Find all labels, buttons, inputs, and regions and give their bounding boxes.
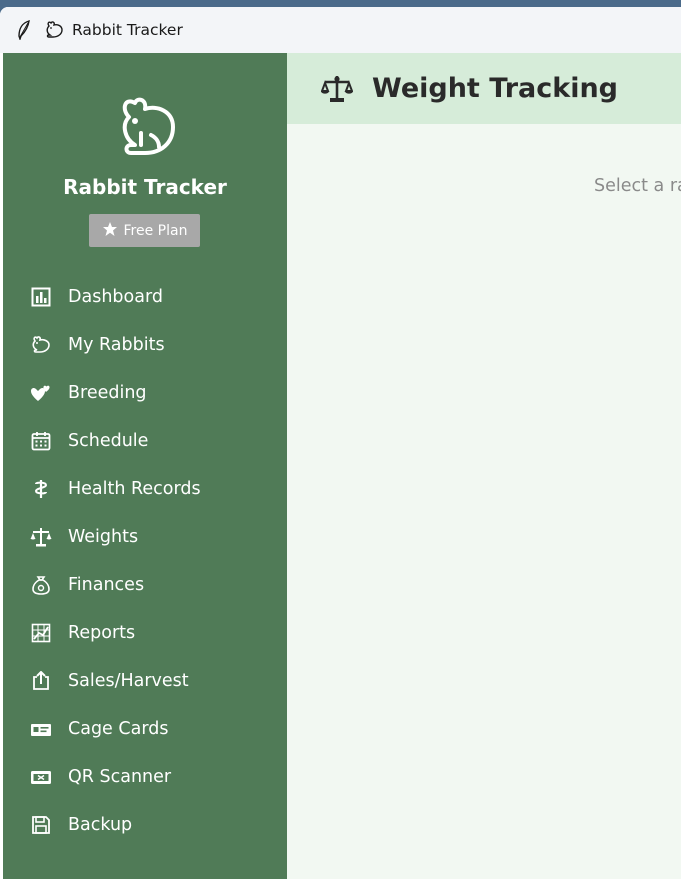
brand-name: Rabbit Tracker (63, 175, 227, 199)
rabbit-logo-icon (111, 95, 181, 161)
sidebar-item-label: Cage Cards (68, 719, 169, 739)
scale-icon (321, 73, 353, 105)
floppy-disk-icon (30, 814, 52, 836)
calendar-icon (30, 430, 52, 452)
sidebar-item-breeding[interactable]: Breeding (3, 369, 287, 417)
title-bar: Rabbit Tracker (0, 7, 681, 53)
sidebar-item-cage-cards[interactable]: Cage Cards (3, 705, 287, 753)
sidebar-item-label: Schedule (68, 431, 149, 451)
sidebar-item-health-records[interactable]: Health Records (3, 465, 287, 513)
page-title: Weight Tracking (372, 73, 618, 104)
bar-chart-icon (30, 286, 52, 308)
sidebar-item-sales-harvest[interactable]: Sales/Harvest (3, 657, 287, 705)
sidebar-item-label: Finances (68, 575, 145, 595)
sidebar-nav: Dashboard My Rabbits Breeding Schedule H… (3, 273, 287, 849)
hearts-icon (30, 382, 52, 404)
sidebar-item-schedule[interactable]: Schedule (3, 417, 287, 465)
report-icon (30, 622, 52, 644)
sidebar-item-label: QR Scanner (68, 767, 172, 787)
sidebar-item-label: Backup (68, 815, 133, 835)
empty-state-text: Select a ra (594, 176, 681, 196)
rabbit-icon (44, 20, 64, 40)
sidebar: Rabbit Tracker Free Plan Dashboard My Ra… (3, 53, 287, 879)
sidebar-item-reports[interactable]: Reports (3, 609, 287, 657)
rabbit-icon (30, 334, 52, 356)
page-header: Weight Tracking (287, 53, 681, 124)
plan-badge-label: Free Plan (123, 222, 188, 239)
sidebar-item-label: Breeding (68, 383, 147, 403)
sidebar-item-label: My Rabbits (68, 335, 165, 355)
star-icon (102, 221, 118, 241)
sidebar-item-qr-scanner[interactable]: QR Scanner (3, 753, 287, 801)
sidebar-item-label: Weights (68, 527, 139, 547)
sidebar-item-finances[interactable]: Finances (3, 561, 287, 609)
sidebar-item-label: Dashboard (68, 287, 163, 307)
export-icon (30, 670, 52, 692)
app-window: Rabbit Tracker Rabbit Tracker Free Plan … (0, 7, 681, 879)
sidebar-item-backup[interactable]: Backup (3, 801, 287, 849)
medical-icon (30, 478, 52, 500)
sidebar-item-label: Health Records (68, 479, 201, 499)
feather-icon (14, 20, 34, 40)
plan-badge[interactable]: Free Plan (89, 214, 200, 247)
sidebar-item-dashboard[interactable]: Dashboard (3, 273, 287, 321)
scale-icon (30, 526, 52, 548)
sidebar-item-label: Reports (68, 623, 136, 643)
scanner-icon (30, 766, 52, 788)
sidebar-item-weights[interactable]: Weights (3, 513, 287, 561)
sidebar-item-my-rabbits[interactable]: My Rabbits (3, 321, 287, 369)
main-content: Weight Tracking Select a ra (287, 53, 681, 879)
window-title: Rabbit Tracker (72, 21, 183, 39)
id-card-icon (30, 718, 52, 740)
sidebar-item-label: Sales/Harvest (68, 671, 189, 691)
money-bag-icon (30, 574, 52, 596)
